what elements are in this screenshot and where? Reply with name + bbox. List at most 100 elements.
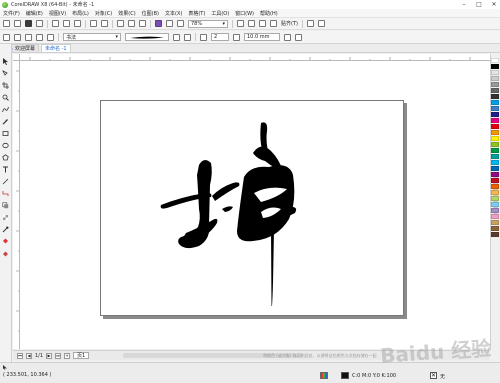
- paste-icon[interactable]: [74, 20, 81, 27]
- page-tab[interactable]: 页1: [73, 352, 90, 359]
- palette-swatch[interactable]: [491, 160, 499, 165]
- fill-color-swatch[interactable]: [341, 372, 349, 379]
- add-page-button[interactable]: +: [64, 352, 71, 359]
- palette-swatch[interactable]: [491, 214, 499, 219]
- palette-swatch[interactable]: [491, 172, 499, 177]
- menu-file[interactable]: 文件(F): [3, 10, 20, 17]
- outline-pen-icon[interactable]: [295, 33, 302, 41]
- zoom-select[interactable]: 78% ▾: [188, 19, 228, 28]
- save-icon[interactable]: [25, 20, 32, 27]
- menu-layout[interactable]: 布局(L): [72, 10, 89, 17]
- palette-swatch[interactable]: [491, 166, 499, 171]
- copy-icon[interactable]: [63, 20, 70, 27]
- menu-effects[interactable]: 效果(C): [118, 10, 135, 17]
- palette-swatch[interactable]: [491, 58, 499, 63]
- app-launcher-icon[interactable]: [155, 20, 162, 27]
- freehand-tool-icon[interactable]: [2, 105, 10, 113]
- fullpage-view-icon[interactable]: [237, 20, 244, 27]
- palette-swatch[interactable]: [491, 118, 499, 123]
- menu-table[interactable]: 表格(T): [188, 10, 205, 17]
- open-icon[interactable]: [14, 20, 21, 27]
- options-gear-icon[interactable]: [306, 20, 314, 27]
- collapse-icon[interactable]: [284, 33, 291, 41]
- drawing-page[interactable]: [100, 100, 404, 316]
- preset-mode-icon[interactable]: [3, 33, 10, 41]
- palette-swatch[interactable]: [491, 112, 499, 117]
- tab-document[interactable]: 未命名 -1: [41, 44, 71, 52]
- palette-swatch[interactable]: [491, 64, 499, 69]
- vertical-ruler[interactable]: [13, 61, 20, 349]
- menu-object[interactable]: 对象(C): [95, 10, 112, 17]
- show-grid-icon[interactable]: [259, 20, 266, 27]
- smart-fill-tool-icon[interactable]: [2, 249, 10, 257]
- first-page-button[interactable]: ⏮: [17, 352, 23, 359]
- menu-bitmaps[interactable]: 位图(B): [142, 10, 159, 17]
- color-proofing-icon[interactable]: [320, 372, 328, 379]
- pick-tool-icon[interactable]: [2, 57, 10, 65]
- save-stroke-icon[interactable]: [173, 33, 180, 41]
- fullscreen-icon[interactable]: [177, 20, 184, 27]
- print-icon[interactable]: [36, 20, 43, 27]
- palette-swatch[interactable]: [491, 178, 499, 183]
- sprayer-mode-icon[interactable]: [25, 33, 32, 41]
- show-rulers-icon[interactable]: [248, 20, 255, 27]
- polygon-tool-icon[interactable]: [2, 153, 10, 161]
- menu-window[interactable]: 窗口(W): [235, 10, 254, 17]
- ellipse-tool-icon[interactable]: [2, 141, 10, 149]
- corel-connect-icon[interactable]: [166, 20, 173, 27]
- zoom-tool-icon[interactable]: [2, 93, 10, 101]
- palette-swatch[interactable]: [491, 220, 499, 225]
- import-icon[interactable]: [128, 20, 135, 27]
- palette-swatch[interactable]: [491, 142, 499, 147]
- new-document-icon[interactable]: [3, 20, 10, 27]
- palette-swatch[interactable]: [491, 202, 499, 207]
- close-button[interactable]: ✕: [490, 1, 498, 9]
- outline-none-icon[interactable]: ✕: [430, 372, 437, 379]
- palette-swatch[interactable]: [491, 124, 499, 129]
- palette-swatch[interactable]: [491, 148, 499, 153]
- palette-swatch[interactable]: [491, 106, 499, 111]
- menu-tools[interactable]: 工具(O): [211, 10, 229, 17]
- minimize-button[interactable]: –: [460, 1, 468, 9]
- palette-swatch[interactable]: [491, 82, 499, 87]
- palette-swatch[interactable]: [491, 136, 499, 141]
- next-page-button[interactable]: ▶: [46, 352, 53, 359]
- cut-icon[interactable]: [52, 20, 59, 27]
- parallel-dimension-tool-icon[interactable]: [2, 177, 10, 185]
- delete-stroke-icon[interactable]: [184, 33, 191, 41]
- crop-tool-icon[interactable]: [2, 81, 10, 89]
- stroke-width-icon[interactable]: [233, 33, 240, 41]
- brush-mode-icon[interactable]: [14, 33, 21, 41]
- interactive-fill-tool-icon[interactable]: [2, 237, 10, 245]
- rectangle-tool-icon[interactable]: [2, 129, 10, 137]
- eyedropper-tool-icon[interactable]: [2, 225, 10, 233]
- palette-swatch[interactable]: [491, 232, 499, 237]
- menu-help[interactable]: 帮助(H): [260, 10, 278, 17]
- connector-tool-icon[interactable]: [2, 189, 10, 197]
- palette-swatch[interactable]: [491, 184, 499, 189]
- stroke-preview-select[interactable]: [125, 33, 169, 41]
- horizontal-ruler[interactable]: [20, 54, 490, 61]
- palette-swatch[interactable]: [491, 88, 499, 93]
- shape-tool-icon[interactable]: [2, 69, 10, 77]
- launch-icon[interactable]: [317, 20, 325, 27]
- smoothing-input[interactable]: 2: [211, 33, 229, 41]
- menu-view[interactable]: 视图(V): [49, 10, 66, 17]
- stroke-width-input[interactable]: 10.0 mm: [244, 33, 280, 41]
- export-icon[interactable]: [139, 20, 146, 27]
- palette-swatch[interactable]: [491, 70, 499, 75]
- maximize-button[interactable]: □: [475, 1, 483, 9]
- palette-swatch[interactable]: [491, 76, 499, 81]
- palette-swatch[interactable]: [491, 208, 499, 213]
- redo-icon[interactable]: [101, 20, 108, 27]
- palette-swatch[interactable]: [491, 130, 499, 135]
- palette-swatch[interactable]: [491, 94, 499, 99]
- last-page-button[interactable]: ⏭: [55, 352, 62, 359]
- preset-stroke-select[interactable]: 书法 ▾: [63, 33, 121, 41]
- calligraphic-mode-icon[interactable]: [36, 33, 43, 41]
- drawing-canvas[interactable]: [20, 61, 490, 349]
- prev-page-button[interactable]: ◀: [26, 352, 32, 359]
- text-tool-icon[interactable]: [2, 165, 10, 173]
- ruler-origin[interactable]: [13, 54, 20, 61]
- menu-text[interactable]: 文本(X): [165, 10, 182, 17]
